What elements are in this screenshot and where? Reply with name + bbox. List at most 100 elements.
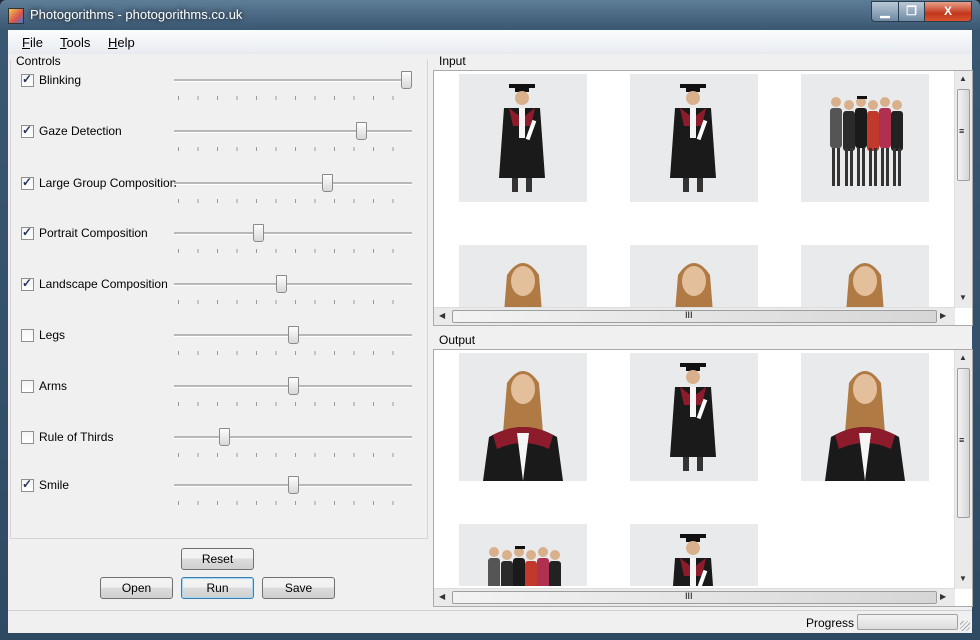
output-photo-thumbnail[interactable] [801, 353, 929, 481]
menu-help-mnemonic: H [108, 35, 118, 50]
scroll-right-arrow[interactable]: ▶ [940, 592, 946, 601]
control-slider-track[interactable] [174, 476, 412, 494]
progress-label: Progress [806, 616, 855, 630]
control-slider-thumb[interactable] [288, 326, 299, 344]
slider-ticks [178, 199, 408, 203]
control-slider-thumb[interactable] [253, 224, 264, 242]
control-checkbox[interactable] [21, 477, 34, 492]
control-row: Arms [11, 374, 427, 414]
input-photo-thumbnail[interactable] [630, 74, 758, 202]
scroll-down-arrow[interactable]: ▼ [959, 574, 967, 583]
input-photo-thumbnail[interactable] [630, 245, 758, 307]
reset-button[interactable]: Reset [181, 548, 254, 570]
control-label: Portrait Composition [39, 226, 148, 240]
control-slider-track[interactable] [174, 428, 412, 446]
minimize-button[interactable]: ▁ [871, 1, 899, 22]
scroll-thumb[interactable]: ≡ [957, 89, 970, 181]
app-icon[interactable] [8, 8, 24, 24]
menu-file-label: ile [29, 35, 43, 50]
slider-ticks [178, 300, 408, 304]
input-photo-thumbnail[interactable] [801, 245, 929, 307]
status-bar: Progress [8, 610, 972, 633]
input-group-label: Input [438, 54, 467, 68]
open-button[interactable]: Open [100, 577, 173, 599]
input-vertical-scrollbar[interactable]: ▲ ≡ ▼ [954, 71, 972, 308]
control-slider-track[interactable] [174, 275, 412, 293]
menu-tools[interactable]: Tools [60, 35, 90, 50]
scroll-thumb-horizontal[interactable]: III [452, 310, 937, 323]
input-photo-thumbnail[interactable] [801, 74, 929, 202]
scroll-left-arrow[interactable]: ◀ [439, 311, 445, 320]
control-checkbox[interactable] [21, 329, 34, 342]
scroll-left-arrow[interactable]: ◀ [439, 592, 445, 601]
slider-ticks [178, 402, 408, 406]
menu-file-mnemonic: F [22, 35, 30, 50]
control-slider-track[interactable] [174, 174, 412, 192]
menu-bar: File Tools Help [8, 30, 972, 54]
control-slider-thumb[interactable] [288, 377, 299, 395]
app-window: Photogorithms - photogorithms.co.uk ▁ ❐ … [0, 0, 980, 640]
output-photo-thumbnail[interactable] [630, 524, 758, 586]
slider-ticks [178, 453, 408, 457]
input-photo-thumbnail[interactable] [459, 245, 587, 307]
output-image-list[interactable]: ▲ ≡ ▼ ◀ III ▶ [433, 349, 973, 607]
control-checkbox[interactable] [21, 431, 34, 444]
control-label: Arms [39, 379, 67, 393]
control-slider-track[interactable] [174, 71, 412, 89]
scroll-grip-icon: III [685, 310, 693, 320]
control-slider-thumb[interactable] [356, 122, 367, 140]
control-label: Rule of Thirds [39, 430, 114, 444]
control-slider-track[interactable] [174, 224, 412, 242]
close-button[interactable]: X [924, 1, 972, 22]
output-photo-thumbnail[interactable] [459, 353, 587, 481]
control-slider-thumb[interactable] [276, 275, 287, 293]
input-horizontal-scrollbar[interactable]: ◀ III ▶ [434, 307, 955, 325]
slider-ticks [178, 351, 408, 355]
scroll-grip-icon: ≡ [959, 435, 965, 445]
control-label: Legs [39, 328, 66, 342]
control-row: Rule of Thirds [11, 425, 427, 465]
output-photo-thumbnail[interactable] [630, 353, 758, 481]
control-checkbox[interactable] [21, 123, 34, 138]
slider-ticks [178, 249, 408, 253]
control-row: Large Group Composition [11, 171, 427, 211]
scroll-down-arrow[interactable]: ▼ [959, 293, 967, 302]
control-row: Legs [11, 323, 427, 363]
input-image-list[interactable]: ▲ ≡ ▼ ◀ III ▶ [433, 70, 973, 326]
output-horizontal-scrollbar[interactable]: ◀ III ▶ [434, 588, 955, 606]
control-label: Large Group Composition [39, 176, 177, 190]
menu-help[interactable]: Help [108, 35, 135, 50]
control-row: Portrait Composition [11, 221, 427, 261]
title-bar[interactable]: Photogorithms - photogorithms.co.uk ▁ ❐ … [0, 0, 980, 30]
scroll-thumb-horizontal[interactable]: III [452, 591, 937, 604]
output-vertical-scrollbar[interactable]: ▲ ≡ ▼ [954, 350, 972, 589]
controls-group-label: Controls [15, 54, 62, 68]
scroll-right-arrow[interactable]: ▶ [940, 311, 946, 320]
control-slider-track[interactable] [174, 377, 412, 395]
control-slider-thumb[interactable] [322, 174, 333, 192]
scroll-up-arrow[interactable]: ▲ [959, 74, 967, 83]
run-button[interactable]: Run [181, 577, 254, 599]
control-slider-thumb[interactable] [219, 428, 230, 446]
control-checkbox[interactable] [21, 72, 34, 87]
window-title: Photogorithms - photogorithms.co.uk [30, 7, 243, 22]
control-checkbox[interactable] [21, 276, 34, 291]
control-checkbox[interactable] [21, 380, 34, 393]
control-slider-track[interactable] [174, 326, 412, 344]
scroll-grip-icon: III [685, 591, 693, 601]
control-slider-track[interactable] [174, 122, 412, 140]
resize-grip[interactable] [960, 621, 970, 631]
scroll-thumb[interactable]: ≡ [957, 368, 970, 518]
menu-help-label: elp [117, 35, 135, 50]
save-button[interactable]: Save [262, 577, 335, 599]
scroll-up-arrow[interactable]: ▲ [959, 353, 967, 362]
control-checkbox[interactable] [21, 225, 34, 240]
control-slider-thumb[interactable] [288, 476, 299, 494]
control-checkbox[interactable] [21, 175, 34, 190]
output-photo-thumbnail[interactable] [459, 524, 587, 586]
maximize-button[interactable]: ❐ [898, 1, 925, 22]
control-slider-thumb[interactable] [401, 71, 412, 89]
input-photo-thumbnail[interactable] [459, 74, 587, 202]
control-label: Gaze Detection [39, 124, 122, 138]
menu-file[interactable]: File [22, 35, 43, 50]
